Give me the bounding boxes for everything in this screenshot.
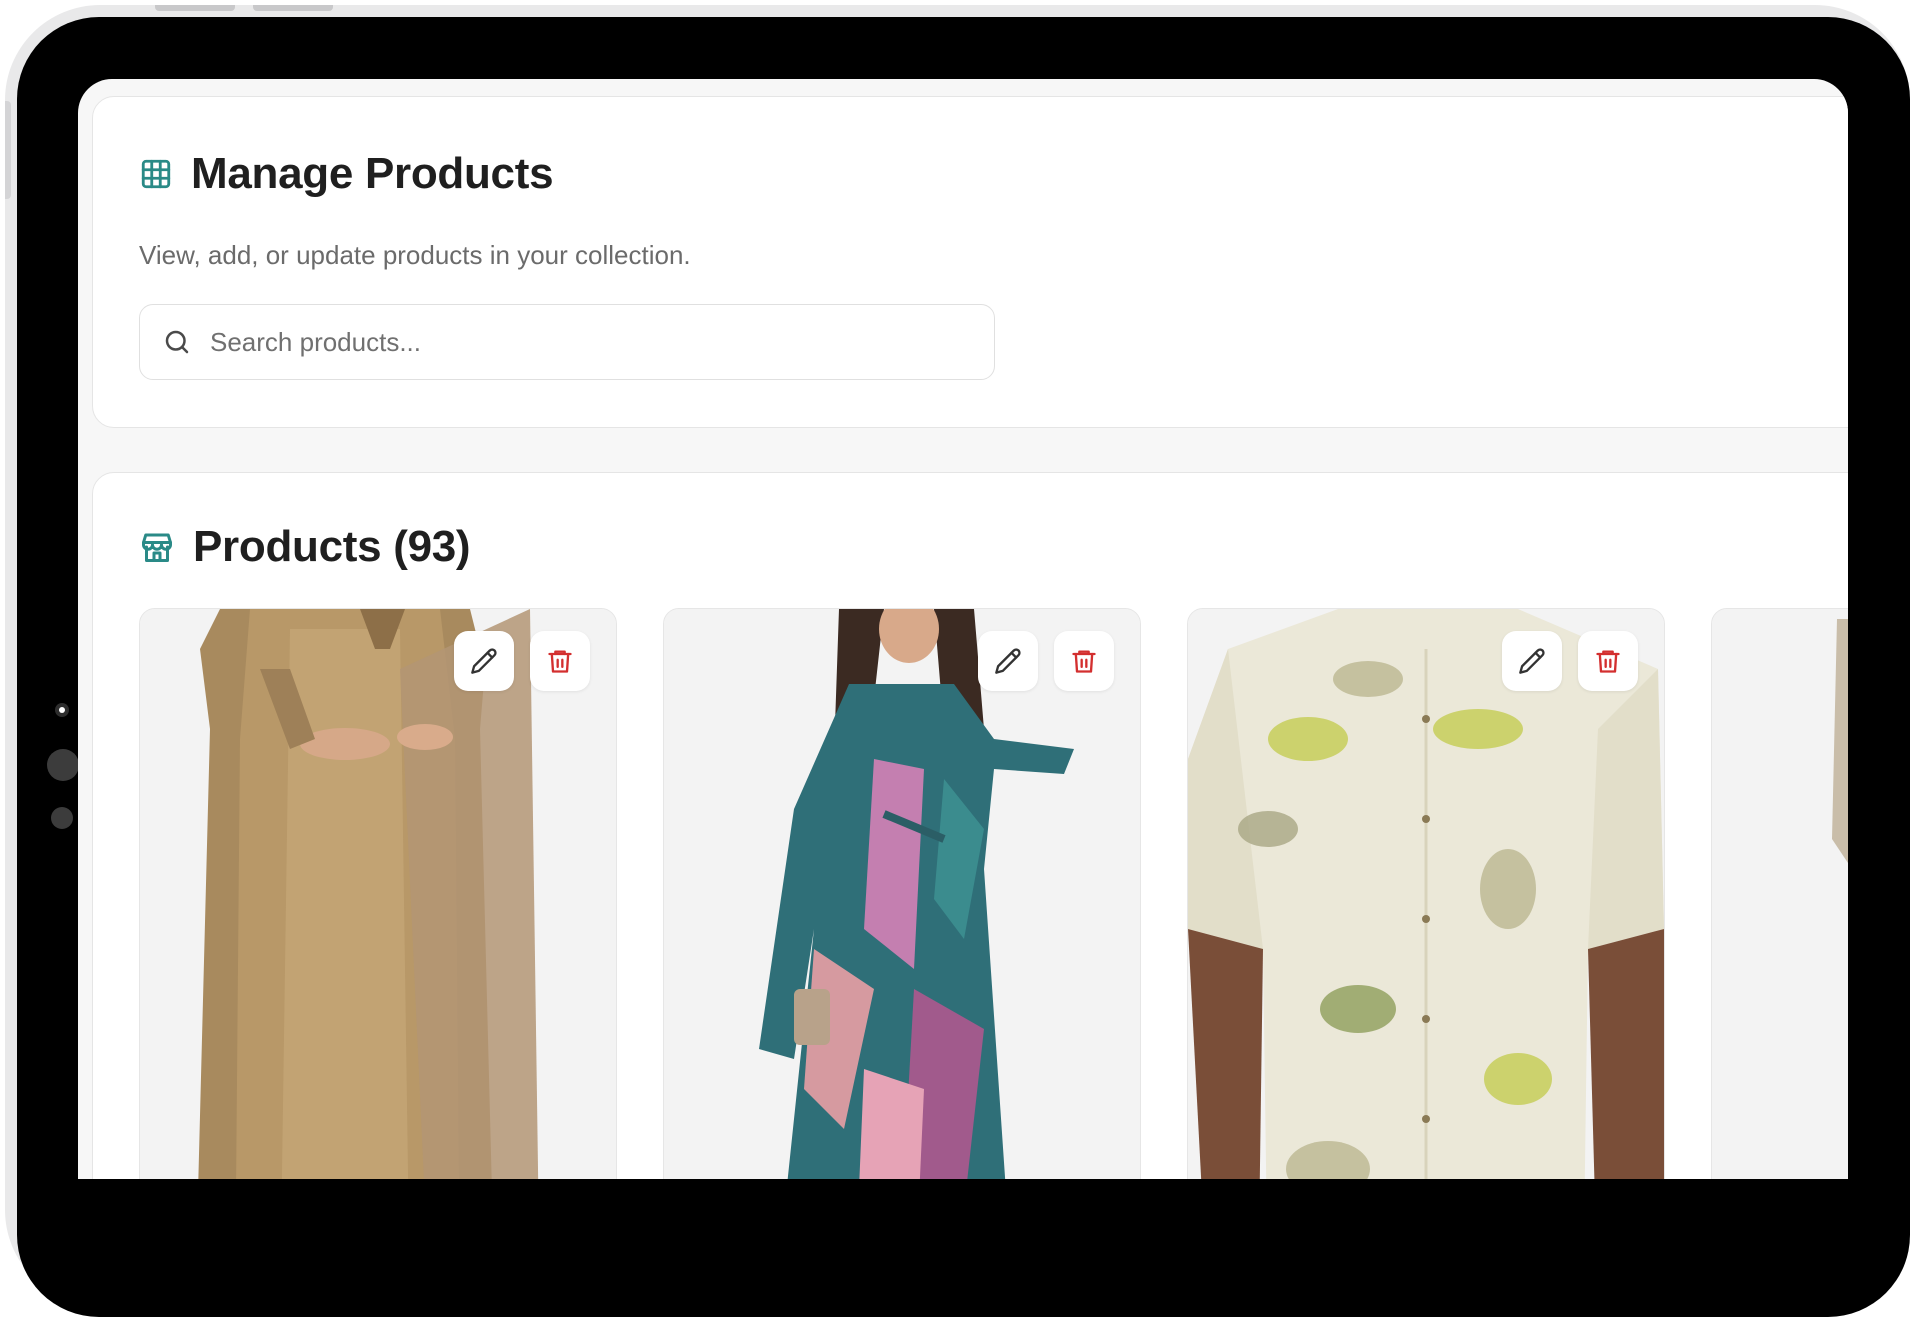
search-icon — [165, 330, 189, 354]
product-image — [664, 609, 1140, 1179]
edit-button[interactable] — [454, 631, 514, 691]
manage-title-row: Manage Products — [139, 149, 554, 199]
product-card[interactable] — [663, 608, 1141, 1179]
trash-icon — [1596, 650, 1620, 673]
product-grid — [139, 608, 1848, 1179]
device-top-button — [155, 5, 235, 11]
edit-button[interactable] — [1502, 631, 1562, 691]
camera-sensor — [47, 749, 79, 781]
product-image — [1712, 609, 1848, 1179]
delete-button[interactable] — [1054, 631, 1114, 691]
products-heading: Products (93) — [193, 522, 471, 571]
delete-button[interactable] — [530, 631, 590, 691]
trash-icon — [548, 650, 572, 673]
store-icon — [142, 533, 172, 562]
camera-sensor — [51, 807, 73, 829]
product-image — [1188, 609, 1664, 1179]
trash-icon — [1072, 650, 1096, 673]
product-card[interactable] — [1711, 608, 1848, 1179]
app-screen: Manage Products View, add, or update pro… — [78, 79, 1848, 1179]
delete-button[interactable] — [1578, 631, 1638, 691]
pencil-icon — [995, 648, 1021, 674]
product-card[interactable] — [139, 608, 617, 1179]
table-grid-icon — [141, 159, 171, 189]
pencil-icon — [471, 648, 497, 674]
page-subtitle: View, add, or update products in your co… — [139, 240, 691, 270]
products-title-row: Products (93) — [139, 522, 471, 572]
pencil-icon — [1519, 648, 1545, 674]
device-top-button — [253, 5, 333, 11]
product-image — [140, 609, 616, 1179]
search-input[interactable] — [208, 325, 972, 359]
product-card[interactable] — [1187, 608, 1665, 1179]
camera-icon — [55, 703, 69, 717]
search-box[interactable] — [139, 304, 995, 380]
manage-products-card: Manage Products View, add, or update pro… — [92, 96, 1848, 428]
products-card: Products (93) — [92, 472, 1848, 1179]
edit-button[interactable] — [978, 631, 1038, 691]
device-side-button — [5, 101, 11, 199]
page-title: Manage Products — [191, 149, 554, 198]
